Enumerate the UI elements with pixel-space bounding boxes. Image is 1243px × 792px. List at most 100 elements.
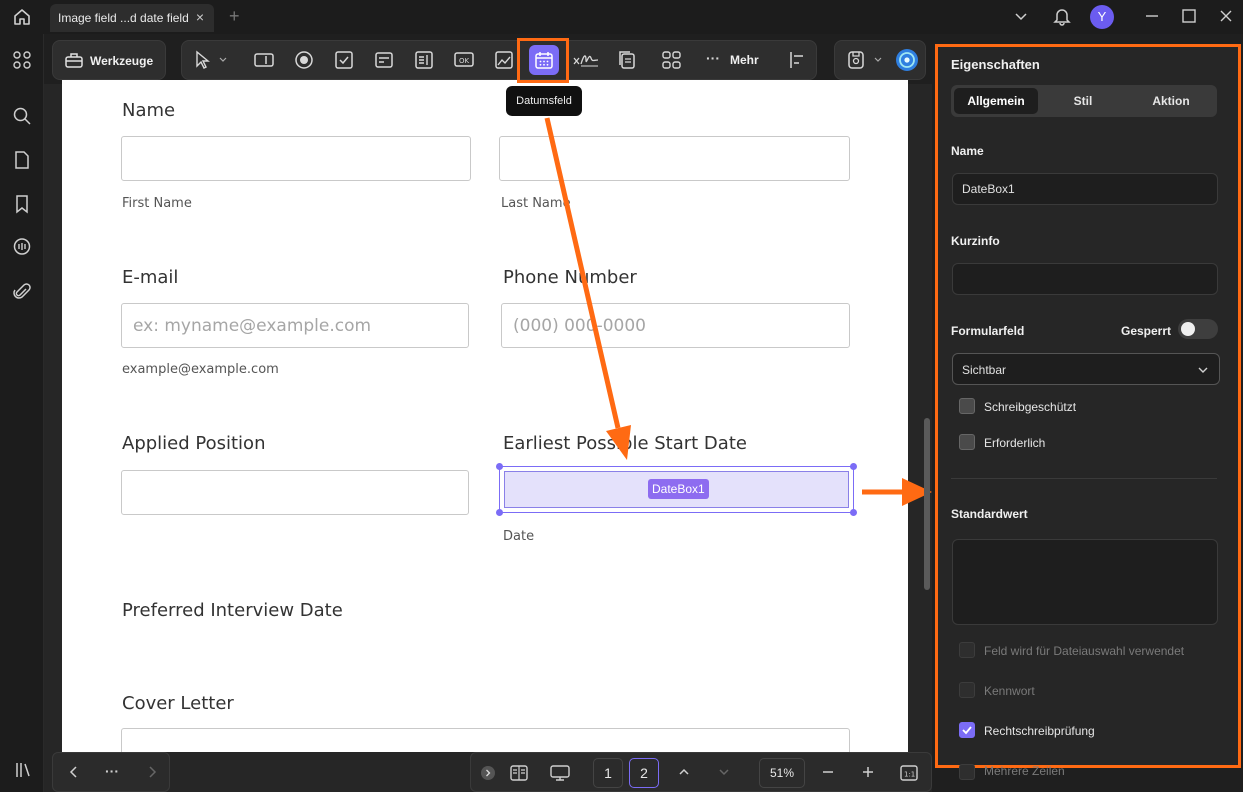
name-label: Name	[122, 100, 176, 121]
select-pointer-icon[interactable]	[193, 50, 227, 70]
password-checkbox	[959, 682, 975, 698]
tooltip-field-label: Kurzinfo	[951, 234, 1000, 248]
name-field-input[interactable]: DateBox1	[952, 173, 1218, 205]
vertical-scrollbar[interactable]	[924, 418, 930, 590]
chevron-right-icon[interactable]	[145, 764, 159, 780]
last-name-sublabel: Last Name	[501, 196, 571, 211]
readonly-label: Schreibgeschützt	[984, 400, 1077, 414]
new-tab-icon[interactable]: +	[229, 6, 240, 27]
locked-toggle[interactable]	[1178, 319, 1218, 339]
resize-handle-bl[interactable]	[496, 509, 503, 516]
more-label: Mehr	[730, 53, 759, 67]
bell-icon[interactable]	[1053, 6, 1071, 26]
left-sidebar	[0, 34, 44, 792]
svg-text:OK: OK	[459, 57, 470, 65]
document-page: Name First Name Last Name E-mail Phone N…	[62, 80, 908, 752]
close-tab-icon[interactable]: ×	[196, 9, 204, 25]
cover-letter-input[interactable]	[121, 728, 850, 752]
chevron-down-icon[interactable]	[1013, 8, 1029, 24]
more-pages-dots[interactable]: ···	[105, 763, 119, 779]
visibility-value: Sichtbar	[962, 363, 1007, 377]
comment-icon[interactable]	[12, 237, 32, 257]
expand-arrow-icon[interactable]	[480, 765, 496, 781]
zoom-out-icon[interactable]	[821, 765, 835, 779]
visibility-select[interactable]: Sichtbar	[952, 353, 1220, 385]
page-2-label: 2	[640, 765, 648, 781]
email-placeholder: ex: myname@example.com	[133, 316, 372, 336]
field-grid-icon[interactable]	[661, 50, 683, 70]
attachment-icon[interactable]	[12, 282, 32, 302]
signature-field-icon[interactable]	[572, 50, 600, 70]
save-dropdown-icon[interactable]	[846, 50, 886, 70]
email-input[interactable]: ex: myname@example.com	[121, 303, 469, 348]
readonly-checkbox[interactable]	[959, 398, 975, 414]
default-value-input[interactable]	[952, 539, 1218, 625]
resize-handle-tr[interactable]	[850, 463, 857, 470]
default-value-label: Standardwert	[951, 507, 1028, 521]
required-checkbox[interactable]	[959, 434, 975, 450]
zoom-level-box[interactable]: 51%	[759, 758, 805, 788]
resize-handle-tl[interactable]	[496, 463, 503, 470]
list-box-icon[interactable]	[413, 50, 435, 70]
chevron-left-icon[interactable]	[67, 764, 81, 780]
tools-button[interactable]: Werkzeuge	[52, 40, 166, 80]
apps-grid-icon[interactable]	[12, 50, 32, 70]
applied-position-input[interactable]	[121, 470, 469, 515]
tab-stil-label: Stil	[1073, 94, 1093, 108]
check-icon	[962, 726, 972, 735]
chevron-up-icon[interactable]	[677, 765, 691, 779]
fit-page-icon[interactable]: 1:1	[899, 764, 919, 782]
resize-handle-br[interactable]	[850, 509, 857, 516]
zoom-in-icon[interactable]	[861, 765, 875, 779]
tab-aktion[interactable]: Aktion	[1129, 88, 1213, 114]
page-1-button[interactable]: 1	[593, 758, 623, 788]
checkbox-icon[interactable]	[333, 50, 355, 70]
date-field-tool-button[interactable]	[529, 45, 559, 75]
document-tab[interactable]: Image field ...d date field ×	[50, 4, 214, 32]
page-layout-icon[interactable]	[509, 764, 529, 782]
locked-toggle-knob	[1181, 322, 1195, 336]
spellcheck-checkbox[interactable]	[959, 722, 975, 738]
presentation-icon[interactable]	[549, 764, 571, 782]
date-box-field[interactable]: DateBox1	[496, 463, 857, 516]
properties-panel: Eigenschaften Allgemein Stil Aktion Name…	[935, 44, 1241, 768]
radio-button-icon[interactable]	[293, 50, 315, 70]
search-icon[interactable]	[12, 106, 32, 126]
image-field-icon[interactable]	[493, 50, 515, 70]
zoom-level: 51%	[769, 766, 795, 780]
library-icon[interactable]	[14, 761, 34, 781]
first-name-input[interactable]	[121, 136, 471, 181]
name-field-value: DateBox1	[962, 182, 1015, 196]
bookmark-icon[interactable]	[12, 194, 32, 214]
button-field-icon[interactable]: OK	[453, 50, 475, 70]
home-icon[interactable]	[12, 7, 32, 27]
divider	[951, 478, 1217, 479]
close-window-icon[interactable]	[1218, 8, 1234, 24]
tooltip-text: Datumsfeld	[516, 95, 572, 107]
align-icon[interactable]	[787, 50, 809, 70]
spellcheck-label: Rechtschreibprüfung	[984, 724, 1095, 738]
tab-allgemein[interactable]: Allgemein	[954, 88, 1038, 114]
avatar[interactable]: Y	[1090, 5, 1114, 29]
tooltip-field-input[interactable]	[952, 263, 1218, 295]
file-select-label: Feld wird für Dateiauswahl verwendet	[984, 644, 1185, 658]
combo-box-icon[interactable]	[373, 50, 395, 70]
chevron-down-icon[interactable]	[717, 765, 731, 779]
tools-label: Werkzeuge	[90, 54, 154, 68]
minimize-icon[interactable]	[1144, 8, 1160, 24]
page-2-button[interactable]: 2	[629, 758, 659, 788]
avatar-letter: Y	[1097, 9, 1107, 24]
pages-icon[interactable]	[12, 150, 32, 170]
last-name-input[interactable]	[499, 136, 850, 181]
ai-assistant-icon[interactable]	[895, 48, 918, 71]
tab-stil[interactable]: Stil	[1041, 88, 1125, 114]
duplicate-fields-icon[interactable]	[616, 50, 638, 70]
email-sublabel: example@example.com	[122, 362, 279, 377]
date-sublabel: Date	[503, 529, 535, 544]
phone-input[interactable]: (000) 000-0000	[501, 303, 850, 348]
svg-text:1:1: 1:1	[904, 771, 915, 779]
cover-letter-label: Cover Letter	[122, 693, 234, 714]
maximize-icon[interactable]	[1181, 8, 1197, 24]
more-button[interactable]: ··· Mehr	[703, 50, 765, 70]
text-field-icon[interactable]	[253, 50, 275, 70]
